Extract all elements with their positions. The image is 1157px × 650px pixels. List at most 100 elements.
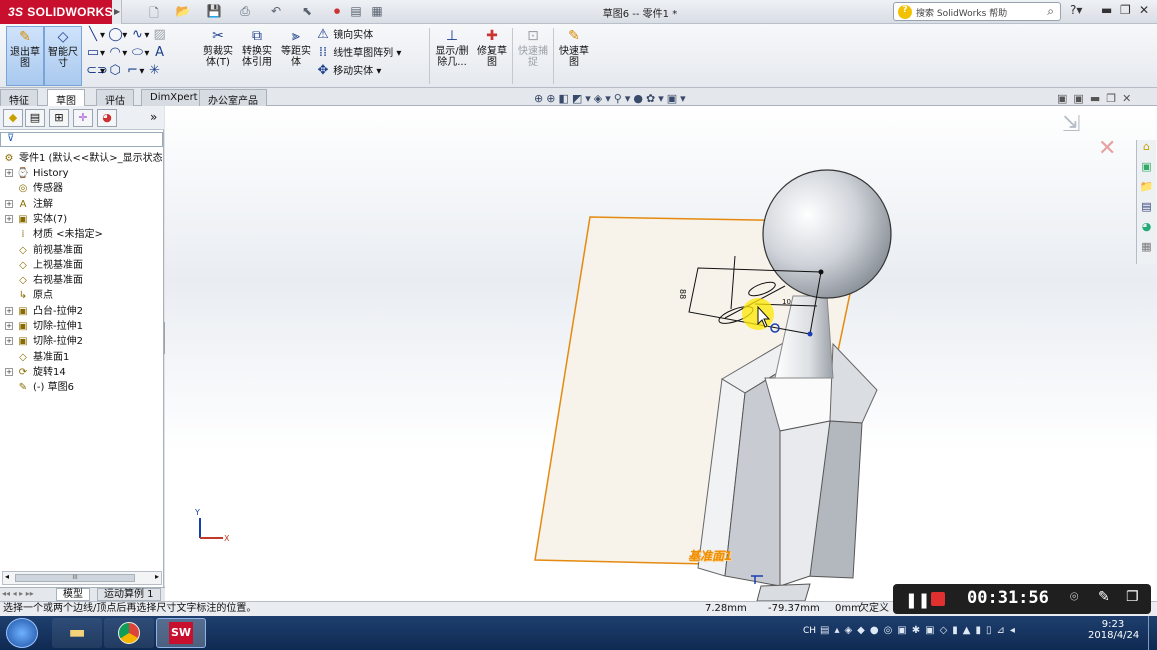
viewport-window-controls[interactable]: ▣▣▬❐✕ — [1057, 92, 1137, 105]
smart-dimension-button[interactable]: ◇ 智能尺寸 — [44, 26, 82, 86]
graphics-area[interactable]: ⊕⊕◧◩▾◈▾⚲▾●✿▾▣▾ ▣▣▬❐✕ ⇲ ✕ 88 10 X Y 基准面1 … — [165, 92, 1157, 601]
help-menu-icon[interactable]: ?▾ — [1070, 3, 1082, 17]
heads-up-toolbar[interactable]: ⊕⊕◧◩▾◈▾⚲▾●✿▾▣▾ — [534, 92, 794, 105]
tree-item[interactable]: ◎ 传感器 — [0, 181, 164, 196]
tab-model[interactable]: 模型 — [56, 588, 90, 601]
pause-icon[interactable]: ❚❚ — [905, 591, 930, 609]
quick-snaps-button[interactable]: ⊡ 快速捕捉 — [515, 26, 551, 86]
circle-icon[interactable]: ◯ — [108, 26, 123, 44]
menu-arrow-icon[interactable]: ▶ — [112, 0, 122, 24]
polygon-icon[interactable]: ⬡ — [108, 62, 122, 80]
appearances-icon[interactable]: ◕ — [1137, 220, 1156, 240]
mirror-entities-button[interactable]: ⚠ 镜向实体 — [316, 26, 428, 44]
minimize-recorder-icon[interactable]: ❐ — [1126, 589, 1139, 605]
expand-icon[interactable]: + — [5, 322, 13, 330]
viewport-split-icon[interactable]: ▣ — [1073, 92, 1089, 105]
undo-icon[interactable]: ↶ — [265, 4, 287, 20]
tree-item[interactable]: ◇ 上视基准面 — [0, 258, 164, 273]
expand-icon[interactable]: + — [5, 367, 13, 376]
save-icon[interactable]: 💾 — [203, 4, 225, 20]
appearance-icon[interactable]: ✿ — [646, 92, 658, 105]
tree-item[interactable]: ⁞ 材质 <未指定> — [0, 227, 164, 242]
start-button[interactable] — [6, 618, 38, 648]
restore-window-icon[interactable]: ❐ — [1120, 3, 1131, 17]
tab-office-products[interactable]: 办公室产品 — [199, 89, 267, 107]
clock[interactable]: 9:23 2018/4/24 — [1088, 619, 1139, 641]
input-language[interactable]: CH — [803, 626, 816, 636]
select-icon[interactable]: ⬉ — [296, 4, 318, 20]
expand-icon[interactable]: + — [5, 214, 13, 223]
scroll-thumb[interactable]: III — [15, 574, 135, 582]
spline-icon[interactable]: ∿ — [130, 26, 144, 44]
tree-root[interactable]: ⚙ 零件1 (默认<<默认>_显示状态 — [0, 151, 164, 166]
dimxpert-manager-icon[interactable]: ✛ — [73, 109, 93, 127]
viewport-restore-icon[interactable]: ❐ — [1106, 92, 1122, 105]
tab-sketch[interactable]: 草图 — [47, 89, 85, 107]
previous-view-icon[interactable]: ◧ — [558, 92, 571, 105]
camera-icon[interactable]: ⌾ — [1070, 589, 1078, 605]
tree-item[interactable]: + A 注解 — [0, 197, 164, 212]
system-tray-icons[interactable]: ▤▴◈◆●◎▣✱▣◇▮▲▮▯⊿◂ — [820, 625, 1020, 636]
move-entities-button[interactable]: ✥ 移动实体 ▾ — [316, 62, 428, 80]
minimize-window-icon[interactable]: ▬ — [1101, 3, 1112, 17]
custom-properties-icon[interactable]: ▦ — [1137, 240, 1156, 260]
trim-button[interactable]: ✂ 剪裁实体(T) — [200, 26, 236, 86]
open-folder-icon[interactable]: 📂 — [172, 4, 194, 20]
tree-item[interactable]: + ▣ 凸台-拉伸2 — [0, 304, 164, 319]
fillet-icon[interactable]: ⌐ — [125, 62, 139, 80]
view-palette-icon[interactable]: ▤ — [1137, 200, 1156, 220]
exit-sketch-button[interactable]: ✎ 退出草图 — [6, 26, 44, 86]
ellipse-icon[interactable]: ⬭ — [130, 44, 144, 62]
point-icon[interactable]: ✳ — [148, 62, 162, 80]
hide-show-icon[interactable]: ● — [633, 92, 646, 105]
repair-sketch-button[interactable]: ✚ 修复草图 — [474, 26, 510, 86]
solidworks-resources-icon[interactable]: ⌂ — [1137, 140, 1156, 160]
chrome-taskbar-icon[interactable] — [104, 618, 154, 648]
feature-tree-icon[interactable]: ◆ — [3, 109, 23, 127]
new-document-icon[interactable]: 🗋 — [143, 4, 165, 20]
tab-dimxpert[interactable]: DimXpert — [141, 89, 207, 106]
revolve-sphere[interactable] — [762, 169, 892, 299]
tree-item[interactable]: + ⟳ 旋转14 — [0, 365, 164, 380]
tree-item[interactable]: ↳ 原点 — [0, 288, 164, 303]
tree-item[interactable]: ◇ 基准面1 — [0, 350, 164, 365]
tab-evaluate[interactable]: 评估 — [96, 89, 134, 107]
horizontal-scrollbar[interactable]: ◂ III ▸ — [2, 571, 162, 585]
offset-entities-button[interactable]: ⫸ 等距实体 — [278, 26, 314, 86]
line-icon[interactable]: ╲ — [86, 26, 100, 44]
display-manager-icon[interactable]: ◕ — [97, 109, 117, 127]
tab-nav-arrows[interactable]: ◂◂ ◂ ▸ ▸▸ — [2, 589, 34, 598]
close-window-icon[interactable]: ✕ — [1139, 3, 1149, 17]
view-orientation-icon[interactable]: ◈ — [594, 92, 605, 105]
convert-entities-button[interactable]: ⧉ 转换实体引用 — [239, 26, 275, 86]
expand-icon[interactable]: + — [5, 306, 13, 315]
stop-record-icon[interactable] — [931, 592, 945, 606]
expand-panel-icon[interactable]: » — [150, 110, 157, 124]
filter-input[interactable]: ⊽ — [0, 132, 163, 147]
linear-pattern-button[interactable]: ⁞⁞ 线性草图阵列 ▾ — [316, 44, 428, 62]
tree-item[interactable]: ✎ (-) 草图6 — [0, 380, 164, 395]
tree-item[interactable]: + ▣ 实体(7) — [0, 212, 164, 227]
tab-motion-study[interactable]: 运动算例 1 — [97, 588, 161, 601]
solidworks-taskbar-icon[interactable]: SW — [156, 618, 206, 648]
expand-icon[interactable]: + — [5, 199, 13, 208]
expand-icon[interactable]: + — [5, 169, 13, 177]
property-manager-icon[interactable]: ▤ — [25, 109, 45, 127]
text-icon[interactable]: A — [153, 44, 167, 62]
viewport-close-icon[interactable]: ✕ — [1122, 92, 1137, 105]
search-icon[interactable]: ⌕ — [1047, 4, 1054, 19]
print-icon[interactable]: ⎙ — [234, 4, 256, 20]
display-style-icon[interactable]: ⚲ — [614, 92, 625, 105]
arc-icon[interactable]: ◠ — [108, 44, 122, 62]
tree-item[interactable]: + ▣ 切除-拉伸1 — [0, 319, 164, 334]
viewport-tile-icon[interactable]: ▣ — [1057, 92, 1073, 105]
slot-icon[interactable]: ⊂⊃ — [86, 62, 108, 80]
zoom-area-icon[interactable]: ⊕ — [546, 92, 558, 105]
show-desktop-button[interactable] — [1148, 616, 1157, 650]
file-explorer-icon[interactable]: 📁 — [1137, 180, 1156, 200]
solidworks-logo[interactable]: 3S SOLIDWORKS — [0, 0, 113, 24]
construction-icon[interactable]: ▨ — [153, 26, 167, 44]
tree-item[interactable]: + ▣ 切除-拉伸2 — [0, 334, 164, 349]
section-view-icon[interactable]: ◩ — [572, 92, 585, 105]
scroll-right-icon[interactable]: ▸ — [155, 572, 159, 581]
